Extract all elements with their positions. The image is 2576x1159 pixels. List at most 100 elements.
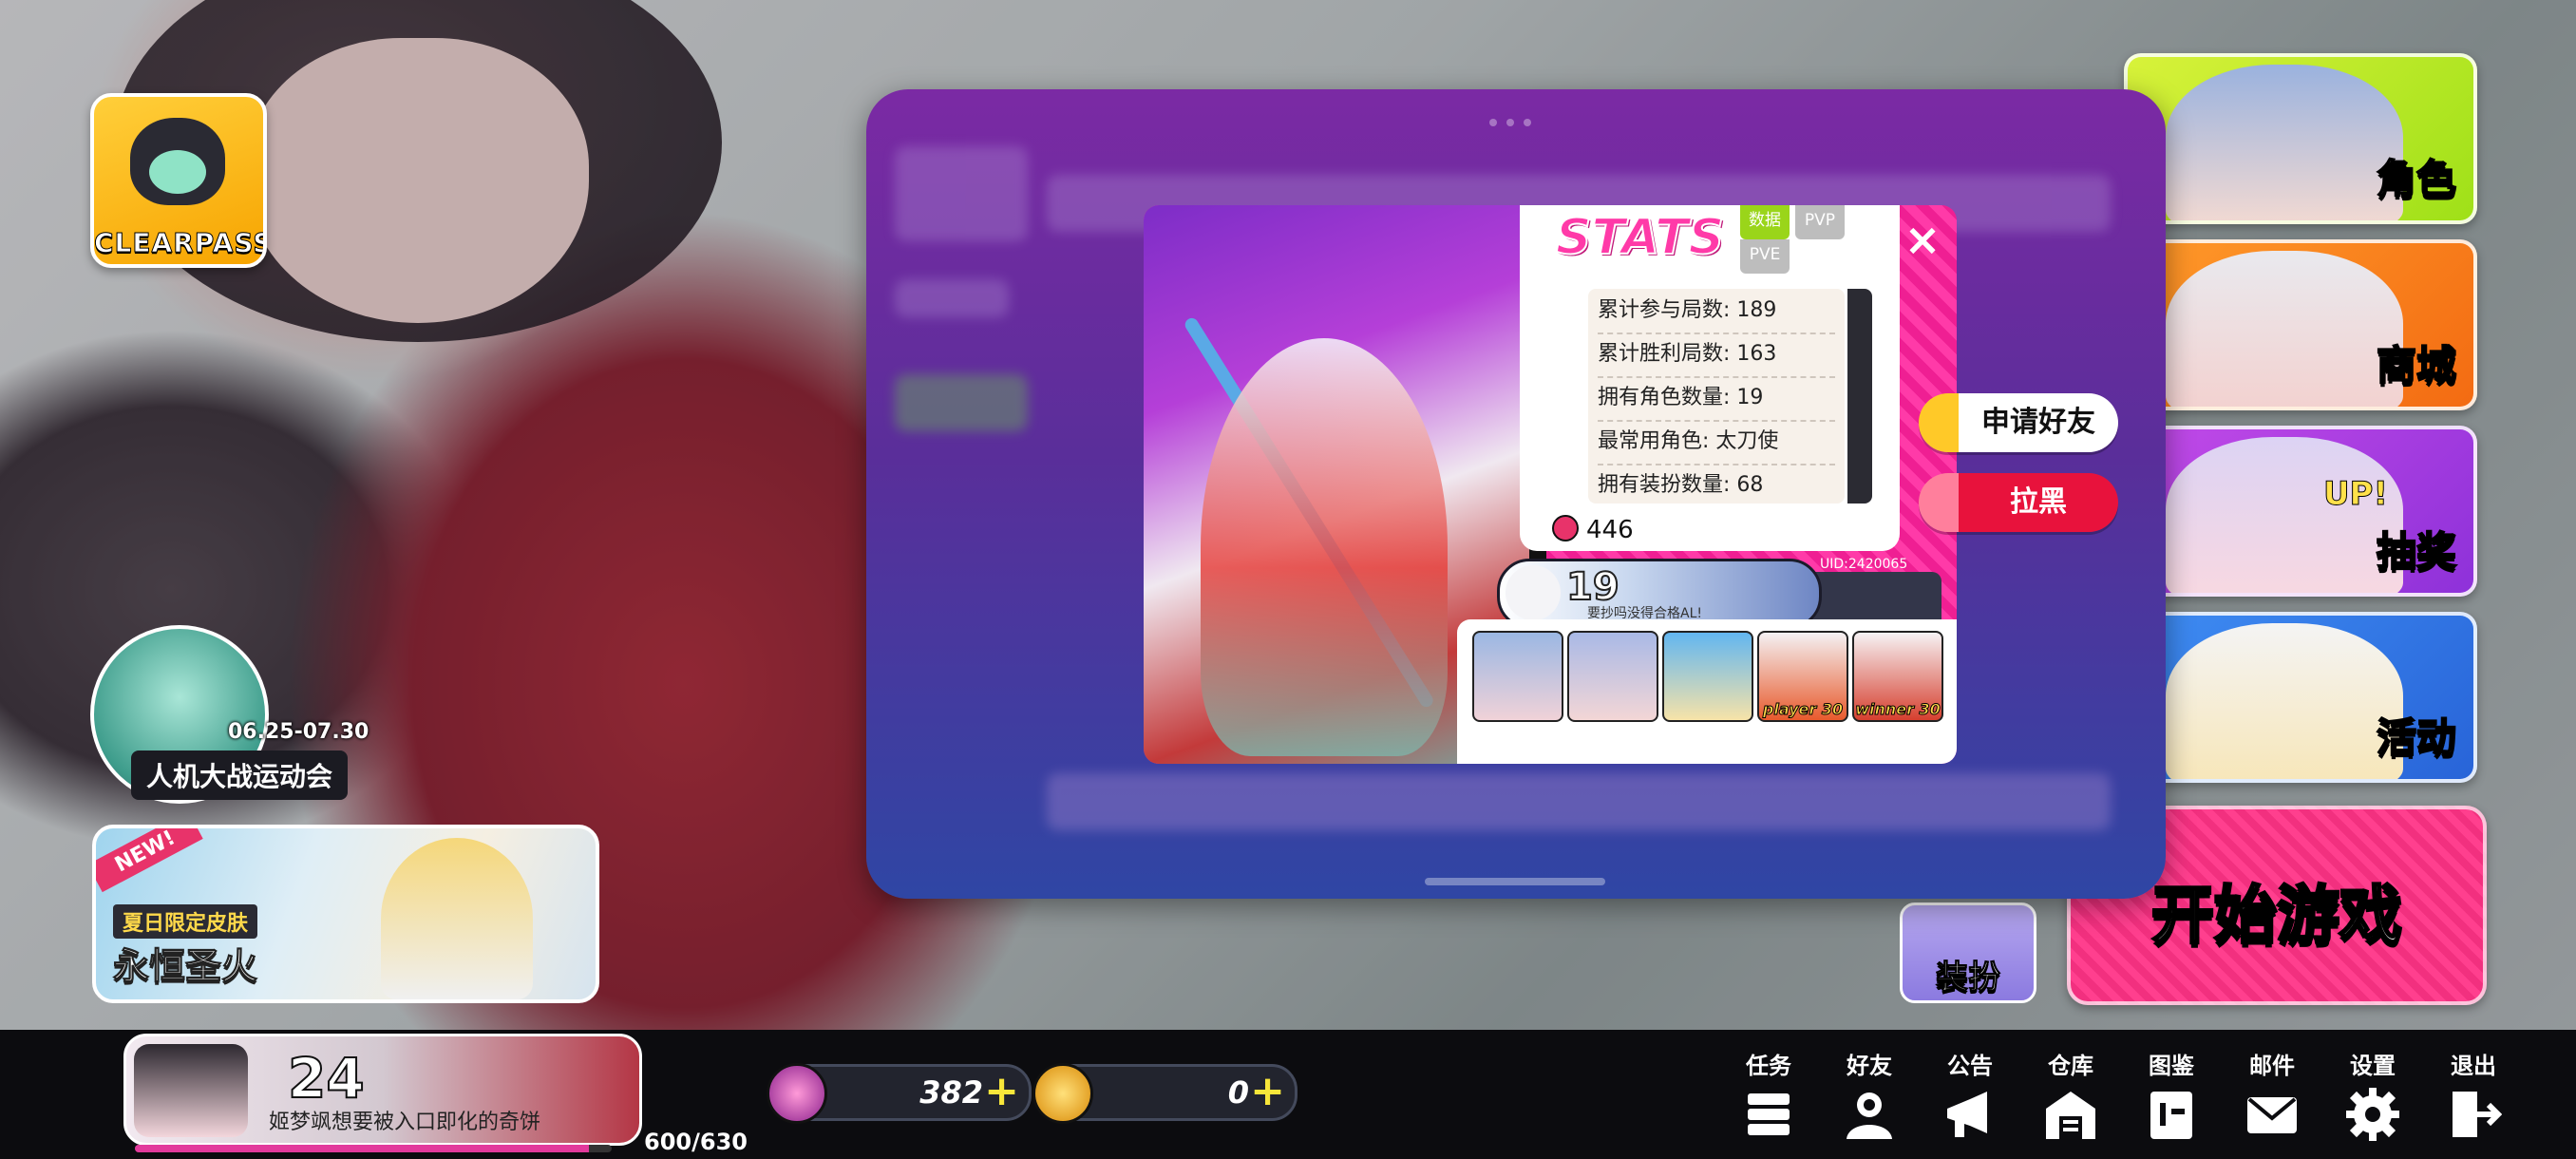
player-level-badge: 24	[287, 1045, 366, 1112]
stat-label: 拥有装扮数量:	[1598, 473, 1731, 497]
skin-promo-character	[381, 838, 533, 999]
stats-row: 累计胜利局数: 163	[1598, 332, 1835, 378]
gold-currency: 0 +	[1032, 1063, 1297, 1124]
badge-tray: player 30 winner 30	[1457, 619, 1957, 764]
tab-pve[interactable]: PVE	[1740, 239, 1790, 274]
event-title[interactable]: 人机大战运动会	[131, 750, 349, 800]
gear-icon	[2346, 1088, 2399, 1141]
event-portrait	[2166, 623, 2403, 779]
player-uid: UID:2420065	[1820, 557, 1908, 572]
megaphone-icon	[1947, 1092, 1987, 1137]
badge-item[interactable]	[1472, 631, 1563, 722]
gold-coin-icon	[1032, 1063, 1093, 1124]
xp-text: 600/630	[644, 1129, 748, 1155]
friends-icon	[1847, 1092, 1892, 1139]
add-gold-button[interactable]: +	[1250, 1067, 1285, 1116]
menu-shop-button[interactable]: 商城	[2124, 239, 2477, 410]
dress-up-label: 装扮	[1936, 959, 2001, 998]
skin-promo-banner[interactable]: NEW! 夏日限定皮肤 永恒圣火	[92, 825, 599, 1003]
menu-role-button[interactable]: 角色	[2124, 53, 2477, 224]
nav-settings-label: 设置	[2350, 1053, 2396, 1079]
nav-settings[interactable]: 设置	[2325, 1047, 2420, 1153]
add-friend-button[interactable]: 申请好友	[1919, 393, 2118, 452]
gacha-up-badge: UP!	[2322, 475, 2388, 514]
coin-icon	[1552, 515, 1579, 542]
nav-friends[interactable]: 好友	[1822, 1047, 1917, 1153]
close-icon[interactable]: ×	[1902, 218, 1943, 261]
stat-value: 163	[1736, 342, 1777, 366]
tab-pvp[interactable]: PVP	[1795, 205, 1845, 239]
stat-value: 68	[1736, 473, 1764, 497]
nav-announcement-label: 公告	[1947, 1053, 1993, 1079]
profile-card: STATS 数据 PVPPVE 累计参与局数: 189 累计胜利局数: 163 拥…	[1144, 205, 1957, 764]
event-date: 06.25-07.30	[228, 720, 369, 744]
stats-row: 累计参与局数: 189	[1598, 289, 1835, 334]
player-name-banner: 19 要抄吗没得合格AL!	[1497, 559, 1822, 629]
nav-tasks-label: 任务	[1746, 1053, 1791, 1079]
clearpass-mascot-face	[149, 150, 206, 194]
nav-collection[interactable]: 图鉴	[2124, 1047, 2219, 1153]
stat-label: 最常用角色:	[1598, 429, 1710, 453]
nav-announcement[interactable]: 公告	[1923, 1047, 2017, 1153]
menu-event-label: 活动	[2376, 713, 2457, 762]
menu-gacha-label: 抽奖	[2376, 527, 2457, 576]
nav-warehouse[interactable]: 仓库	[2023, 1047, 2118, 1153]
nav-warehouse-label: 仓库	[2048, 1053, 2093, 1079]
gem-currency: 382 +	[767, 1063, 1032, 1124]
gold-amount: 0	[1227, 1074, 1249, 1111]
nav-tasks[interactable]: 任务	[1721, 1047, 1816, 1153]
menu-event-button[interactable]: 活动	[2124, 612, 2477, 783]
gacha-portrait	[2166, 437, 2403, 593]
dress-up-button[interactable]: 装扮	[1900, 902, 2036, 1003]
menu-gacha-button[interactable]: UP! 抽奖	[2124, 426, 2477, 597]
tasks-icon	[1748, 1093, 1790, 1135]
nav-mail-label: 邮件	[2249, 1053, 2295, 1079]
stat-label: 累计参与局数:	[1598, 298, 1731, 322]
skin-promo-subtitle: 夏日限定皮肤	[113, 904, 258, 939]
gem-icon	[767, 1063, 827, 1124]
nav-exit[interactable]: 退出	[2426, 1047, 2521, 1153]
stats-tabs: 数据 PVPPVE	[1740, 205, 1900, 274]
new-tag: NEW!	[96, 828, 203, 893]
player-signature-bottom: 姬梦飒想要被入口即化的奇饼	[269, 1111, 541, 1134]
coin-value: 446	[1586, 516, 1634, 544]
player-profile-chip[interactable]: 24 姬梦飒想要被入口即化的奇饼	[123, 1034, 642, 1146]
block-button[interactable]: 拉黑	[1919, 473, 2118, 532]
role-portrait	[2166, 65, 2403, 220]
stats-row: 最常用角色: 太刀使	[1598, 420, 1835, 466]
nav-mail[interactable]: 邮件	[2225, 1047, 2320, 1153]
nav-collection-label: 图鉴	[2149, 1053, 2194, 1079]
panel-page-dots	[1489, 112, 1546, 126]
nav-exit-label: 退出	[2451, 1053, 2496, 1079]
clearpass-label: CLEARPASS	[94, 227, 267, 259]
panel-drag-handle[interactable]	[1425, 878, 1605, 885]
tab-data[interactable]: 数据	[1740, 205, 1790, 239]
stat-label: 累计胜利局数:	[1598, 342, 1731, 366]
coin-count: 446	[1552, 515, 1634, 544]
warehouse-icon	[2046, 1092, 2095, 1139]
stat-value: 189	[1736, 298, 1777, 322]
character-figure	[1201, 338, 1448, 756]
mail-icon	[2247, 1097, 2297, 1133]
clearpass-button[interactable]: CLEARPASS	[90, 93, 267, 268]
exit-icon	[2453, 1092, 2503, 1137]
stat-value: 太刀使	[1715, 429, 1779, 453]
menu-role-label: 角色	[2376, 155, 2457, 203]
badge-item[interactable]	[1662, 631, 1753, 722]
badge-winner-30[interactable]: winner 30	[1852, 631, 1943, 722]
stats-scrollbar[interactable]	[1847, 289, 1872, 504]
xp-progress-fill	[135, 1145, 589, 1152]
collection-icon	[2150, 1092, 2192, 1139]
shop-portrait	[2166, 251, 2403, 407]
stats-title: STATS	[1555, 208, 1725, 267]
add-gem-button[interactable]: +	[984, 1067, 1019, 1116]
badge-player-30[interactable]: player 30	[1757, 631, 1848, 722]
menu-shop-label: 商城	[2376, 341, 2457, 390]
add-friend-label: 申请好友	[1981, 406, 2095, 439]
stats-row: 拥有装扮数量: 68	[1598, 464, 1835, 507]
stat-value: 19	[1736, 386, 1764, 409]
block-label: 拉黑	[2010, 485, 2067, 519]
skin-promo-title: 永恒圣火	[112, 945, 258, 988]
gem-amount: 382	[919, 1074, 983, 1111]
badge-item[interactable]	[1567, 631, 1658, 722]
